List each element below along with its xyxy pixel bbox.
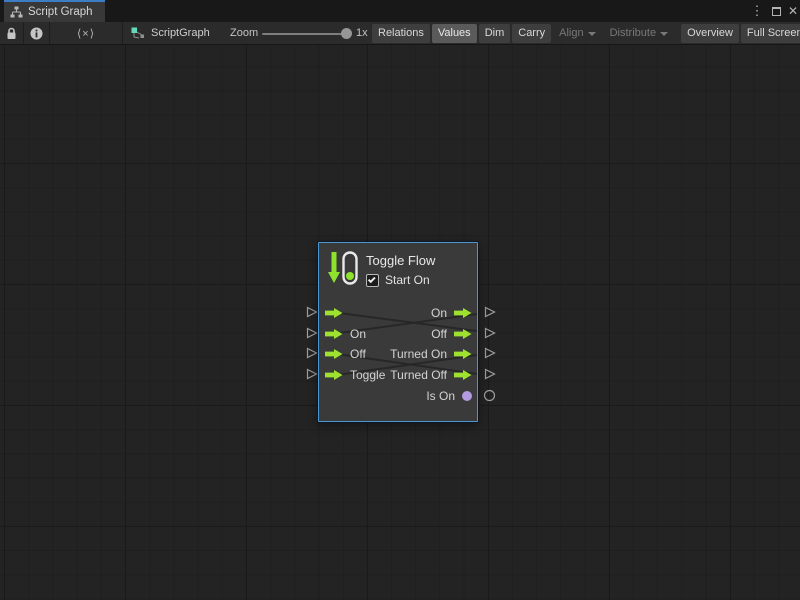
breadcrumb[interactable]: ScriptGraph (131, 22, 210, 44)
input-port-off[interactable] (306, 347, 318, 359)
tab-label: Script Graph (28, 6, 93, 18)
node-title: Toggle Flow (366, 253, 435, 268)
distribute-label: Distribute (610, 24, 656, 43)
graph-hierarchy-icon (10, 6, 23, 18)
input-label: Off (350, 347, 366, 361)
boolean-port-icon[interactable] (462, 391, 472, 401)
toggle-flow-icon (327, 250, 358, 288)
flow-arrow-icon[interactable] (325, 308, 343, 318)
flow-arrow-icon[interactable] (325, 349, 343, 359)
port-row: Off Turned On (325, 345, 472, 363)
align-button[interactable]: Align (553, 24, 601, 43)
align-label: Align (559, 24, 583, 43)
toolbar-buttons: Relations Values Dim Carry Align Distrib… (372, 23, 800, 44)
overview-button[interactable]: Overview (681, 24, 739, 43)
window-menu-icon[interactable]: ⋮ (749, 0, 765, 22)
dim-button[interactable]: Dim (479, 24, 511, 43)
input-port-on[interactable] (306, 327, 318, 339)
zoom-slider-handle[interactable] (341, 28, 352, 39)
relations-button[interactable]: Relations (372, 24, 430, 43)
input-label: On (350, 327, 366, 341)
lock-icon[interactable] (0, 22, 24, 44)
toggle-flow-node[interactable]: Toggle Flow Start On On (318, 242, 478, 422)
output-port-off[interactable] (484, 327, 496, 339)
input-port-toggle[interactable] (306, 368, 318, 380)
output-label: Turned Off (390, 368, 447, 382)
input-label: Toggle (350, 368, 385, 382)
start-on-row: Start On (366, 273, 435, 287)
zoom-value: 1x (356, 27, 368, 39)
values-button[interactable]: Values (432, 24, 477, 43)
output-port-is-on[interactable] (483, 389, 496, 402)
script-graph-asset-icon (131, 27, 145, 40)
flow-arrow-icon[interactable] (325, 370, 343, 380)
start-on-checkbox[interactable] (366, 274, 379, 287)
output-port-on[interactable] (484, 306, 496, 318)
flow-arrow-icon[interactable] (454, 370, 472, 380)
start-on-label: Start On (385, 273, 430, 287)
tab-bar: Script Graph ⋮ ✕ (0, 0, 800, 22)
output-label: Turned On (390, 347, 447, 361)
full-screen-button[interactable]: Full Screen (741, 24, 800, 43)
output-label: Is On (426, 389, 455, 403)
port-row: Is On (325, 387, 472, 405)
maximize-icon[interactable] (768, 0, 784, 22)
port-row: Toggle Turned Off (325, 366, 472, 384)
code-toggle-icon[interactable]: ⟨×⟩ (50, 22, 123, 44)
script-graph-window: Script Graph ⋮ ✕ ⟨×⟩ (0, 0, 800, 600)
distribute-button[interactable]: Distribute (604, 24, 674, 43)
flow-arrow-icon[interactable] (325, 329, 343, 339)
port-row: On (325, 304, 472, 322)
output-port-turned-off[interactable] (484, 368, 496, 380)
flow-arrow-icon[interactable] (454, 308, 472, 318)
output-port-turned-on[interactable] (484, 347, 496, 359)
output-label: On (431, 306, 447, 320)
input-port-trigger[interactable] (306, 306, 318, 318)
breadcrumb-label: ScriptGraph (151, 27, 210, 39)
info-icon[interactable] (24, 22, 50, 44)
chevron-down-icon (588, 32, 596, 36)
checkmark-icon (368, 275, 376, 283)
output-label: Off (431, 327, 447, 341)
node-header: Toggle Flow Start On (327, 250, 435, 288)
graph-canvas[interactable]: Toggle Flow Start On On (0, 45, 800, 600)
zoom-label: Zoom (230, 27, 258, 39)
flow-arrow-icon[interactable] (454, 329, 472, 339)
chevron-down-icon (660, 32, 668, 36)
close-icon[interactable]: ✕ (785, 0, 800, 22)
tab-script-graph[interactable]: Script Graph (4, 0, 105, 22)
graph-toolbar: ⟨×⟩ ScriptGraph Zoom 1x Relations Values… (0, 22, 800, 45)
flow-arrow-icon[interactable] (454, 349, 472, 359)
port-row: On Off (325, 325, 472, 343)
carry-button[interactable]: Carry (512, 24, 551, 43)
zoom-slider-track[interactable] (262, 33, 348, 35)
